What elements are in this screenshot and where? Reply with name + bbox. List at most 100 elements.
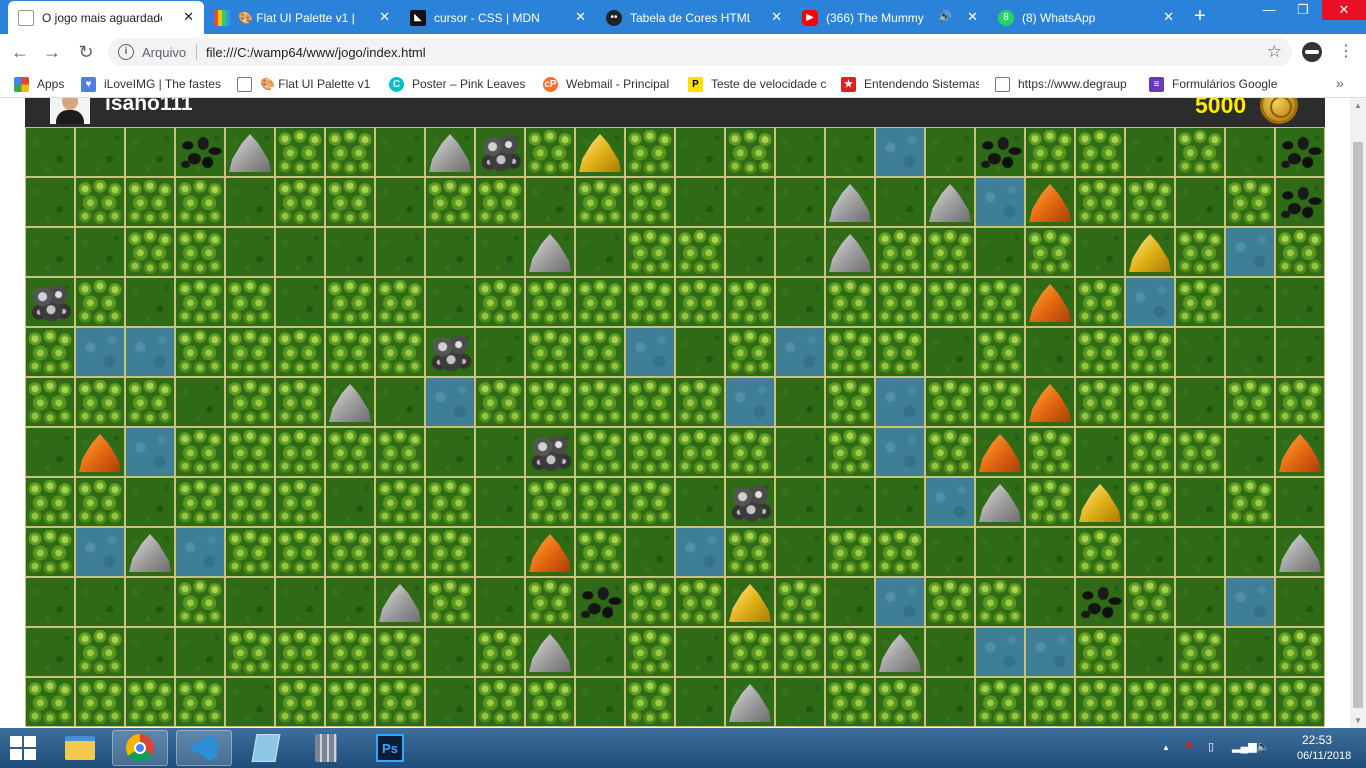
map-tile-tree[interactable] (1175, 277, 1225, 327)
back-button[interactable]: ← (10, 42, 30, 62)
map-tile-tree[interactable] (75, 477, 125, 527)
map-tile-grass[interactable] (625, 527, 675, 577)
bookmark-entendendo[interactable]: ★ Entendendo Sistemas (841, 76, 979, 92)
map-tile-tree[interactable] (1025, 477, 1075, 527)
map-tile-tree[interactable] (925, 377, 975, 427)
map-tile-tree[interactable] (425, 577, 475, 627)
map-tile-grass[interactable] (1275, 327, 1325, 377)
map-tile-grass[interactable] (525, 177, 575, 227)
map-tile-tree[interactable] (1125, 327, 1175, 377)
map-tile-grass[interactable] (75, 127, 125, 177)
map-tile-tree[interactable] (25, 527, 75, 577)
map-tile-tree[interactable] (825, 627, 875, 677)
map-tile-tree[interactable] (275, 527, 325, 577)
map-tile-grass[interactable] (925, 127, 975, 177)
map-tile-grass[interactable] (25, 177, 75, 227)
map-tile-grass[interactable] (225, 227, 275, 277)
map-tile-tree[interactable] (375, 277, 425, 327)
map-tile-grass[interactable] (425, 627, 475, 677)
clock-date[interactable]: 06/11/2018 (1297, 750, 1351, 762)
map-tile-grass[interactable] (825, 127, 875, 177)
map-tile-grass[interactable] (1225, 277, 1275, 327)
map-tile-water[interactable] (425, 377, 475, 427)
map-tile-grass[interactable] (1175, 327, 1225, 377)
map-tile-tree[interactable] (875, 227, 925, 277)
map-tile-tree[interactable] (225, 477, 275, 527)
map-tile-tree[interactable] (175, 327, 225, 377)
map-tile-tree[interactable] (725, 527, 775, 577)
map-tile-coal[interactable] (175, 127, 225, 177)
map-tile-tree[interactable] (275, 177, 325, 227)
map-tile-grass[interactable] (925, 527, 975, 577)
map-tile-tree[interactable] (975, 277, 1025, 327)
map-tile-grass[interactable] (25, 427, 75, 477)
map-tile-coal[interactable] (1275, 127, 1325, 177)
map-tile-tree[interactable] (225, 527, 275, 577)
map-tile-rock[interactable] (825, 227, 875, 277)
map-tile-tree[interactable] (775, 577, 825, 627)
map-tile-tree[interactable] (975, 577, 1025, 627)
map-tile-grass[interactable] (475, 427, 525, 477)
map-tile-tree[interactable] (75, 177, 125, 227)
map-tile-grass[interactable] (325, 227, 375, 277)
map-tile-tree[interactable] (1175, 677, 1225, 727)
page-scrollbar[interactable]: ▲ ▼ (1350, 98, 1366, 728)
map-tile-tree[interactable] (625, 177, 675, 227)
map-tile-tree[interactable] (1125, 177, 1175, 227)
map-tile-tree[interactable] (975, 327, 1025, 377)
scroll-down-arrow-icon[interactable]: ▼ (1354, 716, 1362, 725)
map-tile-tree[interactable] (475, 177, 525, 227)
map-tile-tree[interactable] (1225, 477, 1275, 527)
map-tile-copper[interactable] (75, 427, 125, 477)
map-tile-grass[interactable] (875, 477, 925, 527)
map-tile-grass[interactable] (1175, 577, 1225, 627)
map-tile-tree[interactable] (875, 327, 925, 377)
map-tile-tree[interactable] (775, 627, 825, 677)
map-tile-tree[interactable] (1075, 277, 1125, 327)
map-tile-tree[interactable] (675, 577, 725, 627)
map-tile-grass[interactable] (375, 127, 425, 177)
map-tile-tree[interactable] (525, 577, 575, 627)
map-tile-tree[interactable] (1025, 227, 1075, 277)
map-tile-gold[interactable] (725, 577, 775, 627)
map-tile-tree[interactable] (25, 327, 75, 377)
map-tile-ore[interactable] (525, 427, 575, 477)
map-tile-tree[interactable] (675, 377, 725, 427)
map-tile-grass[interactable] (775, 527, 825, 577)
tab-flat-ui-palette[interactable]: 🎨 Flat UI Palette v1 | Fla ✕ (204, 1, 400, 34)
map-tile-tree[interactable] (125, 677, 175, 727)
map-tile-tree[interactable] (625, 127, 675, 177)
map-tile-tree[interactable] (25, 677, 75, 727)
map-tile-grass[interactable] (275, 227, 325, 277)
map-tile-tree[interactable] (325, 677, 375, 727)
map-tile-tree[interactable] (1125, 377, 1175, 427)
map-tile-tree[interactable] (625, 227, 675, 277)
map-tile-tree[interactable] (975, 377, 1025, 427)
map-tile-tree[interactable] (1175, 127, 1225, 177)
map-tile-gold[interactable] (1075, 477, 1125, 527)
map-tile-grass[interactable] (1225, 627, 1275, 677)
map-tile-tree[interactable] (425, 527, 475, 577)
taskbar-chrome[interactable] (112, 730, 168, 766)
map-tile-tree[interactable] (1075, 627, 1125, 677)
map-tile-tree[interactable] (175, 227, 225, 277)
info-icon[interactable]: i (118, 44, 134, 60)
map-tile-tree[interactable] (575, 427, 625, 477)
map-tile-rock[interactable] (425, 127, 475, 177)
map-tile-copper[interactable] (1025, 177, 1075, 227)
map-tile-tree[interactable] (725, 277, 775, 327)
bookmark-google-forms[interactable]: ≡ Formulários Google (1149, 76, 1277, 92)
map-tile-grass[interactable] (975, 527, 1025, 577)
map-tile-water[interactable] (1225, 227, 1275, 277)
map-tile-grass[interactable] (75, 227, 125, 277)
map-tile-grass[interactable] (25, 227, 75, 277)
map-tile-tree[interactable] (875, 677, 925, 727)
map-tile-grass[interactable] (475, 477, 525, 527)
clock-time[interactable]: 22:53 (1302, 733, 1332, 747)
map-tile-tree[interactable] (475, 277, 525, 327)
map-tile-tree[interactable] (425, 177, 475, 227)
map-tile-grass[interactable] (25, 127, 75, 177)
browser-menu-icon[interactable]: ⋮ (1336, 42, 1356, 62)
map-tile-tree[interactable] (575, 177, 625, 227)
map-tile-grass[interactable] (425, 227, 475, 277)
